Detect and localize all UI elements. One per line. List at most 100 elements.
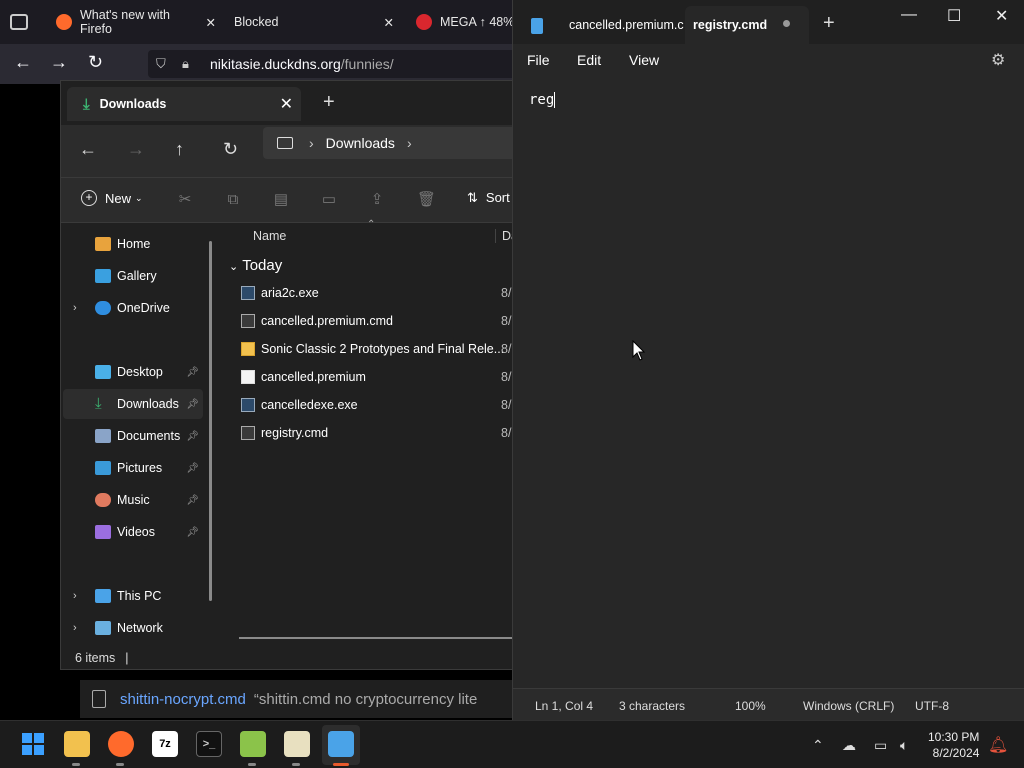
cut-icon[interactable]: ✂ bbox=[177, 192, 193, 208]
shield-icon[interactable]: ⛉ bbox=[156, 56, 166, 72]
start-button[interactable] bbox=[20, 731, 46, 757]
mouse-cursor-icon bbox=[632, 340, 646, 361]
forward-arrow-icon[interactable]: → bbox=[127, 139, 145, 160]
sidebar-item-videos[interactable]: Videos 📌︎ bbox=[63, 517, 203, 547]
tab-list-icon[interactable] bbox=[10, 14, 28, 30]
pin-icon: 📌︎ bbox=[186, 398, 199, 410]
rename-icon[interactable]: ▭ bbox=[321, 192, 337, 208]
up-arrow-icon[interactable]: ↑ bbox=[175, 139, 184, 160]
text-editor[interactable]: reg bbox=[529, 92, 556, 108]
maximize-icon[interactable]: ☐ bbox=[947, 6, 961, 26]
menu-file[interactable]: File bbox=[527, 52, 550, 68]
network-icon[interactable]: ▭ bbox=[874, 737, 887, 754]
file-date: 8/ bbox=[501, 370, 512, 384]
firefox-tab-mega[interactable]: MEGA ↑ 48% bbox=[416, 0, 520, 44]
gear-icon[interactable]: ⚙ bbox=[991, 50, 1005, 70]
close-icon[interactable]: ✕ bbox=[280, 94, 293, 114]
reload-icon[interactable]: ↻ bbox=[88, 52, 103, 73]
line-ending[interactable]: Windows (CRLF) bbox=[803, 699, 894, 713]
explorer-tab-downloads[interactable]: ⤓ Downloads ✕ bbox=[67, 87, 301, 121]
sidebar-item-network[interactable]: › Network bbox=[63, 613, 203, 643]
close-icon[interactable]: ✕ bbox=[206, 15, 216, 30]
sidebar-item-gallery[interactable]: Gallery bbox=[63, 261, 203, 291]
minimize-icon[interactable]: — bbox=[901, 6, 917, 24]
lock-icon[interactable]: 🔒︎ bbox=[182, 56, 189, 72]
new-tab-icon[interactable]: + bbox=[823, 12, 835, 35]
firefox-taskbar-icon[interactable] bbox=[108, 731, 134, 757]
sidebar-item-pictures[interactable]: Pictures 📌︎ bbox=[63, 453, 203, 483]
close-icon[interactable]: ✕ bbox=[384, 15, 394, 30]
sidebar-item-downloads[interactable]: ⤓ Downloads 📌︎ bbox=[63, 389, 203, 419]
firefox-tab-whats-new[interactable]: What's new with Firefo ✕ bbox=[56, 0, 216, 44]
navigation-scrollbar[interactable] bbox=[209, 241, 212, 601]
pin-icon: 📌︎ bbox=[186, 494, 199, 506]
file-date: 8/ bbox=[501, 342, 512, 356]
file-list: ⌃ Name Da ⌄Today aria2c.exe8/ cancelled.… bbox=[221, 219, 513, 649]
new-tab-icon[interactable]: + bbox=[323, 91, 335, 114]
desktop: What's new with Firefo ✕ Blocked ✕ MEGA … bbox=[0, 0, 1024, 768]
zoom-level[interactable]: 100% bbox=[735, 699, 766, 713]
notepad-tab-cancelled-premium[interactable]: cancelled.premium.c bbox=[569, 6, 687, 44]
notification-bell-icon[interactable]: 🔔︎ bbox=[988, 735, 1008, 755]
share-icon[interactable]: ⇪ bbox=[369, 192, 385, 208]
copy-icon[interactable]: ⧉ bbox=[225, 192, 241, 208]
sidebar-item-desktop[interactable]: Desktop 📌︎ bbox=[63, 357, 203, 387]
cloud-off-icon[interactable]: ☁ bbox=[842, 737, 856, 754]
back-arrow-icon[interactable]: ← bbox=[79, 139, 97, 160]
7zip-label: 7z bbox=[159, 738, 171, 750]
url-bar[interactable]: ⛉ 🔒︎ nikitasie.duckdns.org/funnies/ bbox=[148, 50, 520, 78]
unsaved-dot-icon[interactable] bbox=[783, 20, 790, 27]
notepad-plus-taskbar-icon[interactable] bbox=[240, 731, 266, 757]
volume-muted-icon[interactable]: 🔈︎ bbox=[900, 737, 908, 754]
tab-label: Blocked bbox=[234, 15, 279, 29]
group-header-today[interactable]: ⌄ Today bbox=[229, 257, 282, 274]
file-row[interactable]: cancelledexe.exe 8/ bbox=[241, 391, 513, 419]
delete-icon[interactable]: 🗑︎ bbox=[417, 192, 436, 208]
file-name: cancelled.premium.cmd bbox=[261, 314, 393, 328]
notepad-tab-registry[interactable]: registry.cmd bbox=[685, 6, 809, 44]
taskbar: 7z >_ ⌃ ☁ ▭ 🔈︎ 10:30 PM 8/2/2024 🔔︎ bbox=[0, 720, 1024, 768]
sidebar-item-home[interactable]: Home bbox=[63, 229, 203, 259]
sidebar-item-label: Desktop bbox=[117, 365, 163, 379]
forward-arrow-icon[interactable]: → bbox=[50, 52, 68, 73]
clock[interactable]: 10:30 PM 8/2/2024 bbox=[928, 729, 979, 761]
file-row[interactable]: cancelled.premium 8/ bbox=[241, 363, 513, 391]
chevron-right-icon[interactable]: › bbox=[407, 135, 412, 151]
breadcrumb-downloads[interactable]: Downloads bbox=[326, 135, 395, 151]
notepad-taskbar-icon[interactable] bbox=[328, 731, 354, 757]
firefox-tab-blocked[interactable]: Blocked ✕ bbox=[226, 0, 402, 44]
sidebar-item-this-pc[interactable]: › This PC bbox=[63, 581, 203, 611]
monitor-icon bbox=[277, 137, 293, 149]
chevron-right-icon[interactable]: › bbox=[73, 302, 77, 314]
menu-edit[interactable]: Edit bbox=[577, 52, 601, 68]
file-row[interactable]: Sonic Classic 2 Prototypes and Final Rel… bbox=[241, 335, 513, 363]
paste-icon[interactable]: ▤ bbox=[273, 192, 289, 208]
refresh-icon[interactable]: ↻ bbox=[223, 139, 238, 160]
back-arrow-icon[interactable]: ← bbox=[14, 52, 32, 73]
encoding[interactable]: UTF-8 bbox=[915, 699, 949, 713]
file-explorer-taskbar-icon[interactable] bbox=[64, 731, 90, 757]
new-button[interactable]: + New ⌄ bbox=[81, 190, 143, 206]
pin-icon: 📌︎ bbox=[186, 462, 199, 474]
close-icon[interactable]: ✕ bbox=[995, 6, 1008, 26]
file-date: 8/ bbox=[501, 398, 512, 412]
file-row[interactable]: aria2c.exe 8/ bbox=[241, 279, 513, 307]
sort-button[interactable]: ⇅ Sort bbox=[467, 190, 510, 206]
archive-taskbar-icon[interactable] bbox=[284, 731, 310, 757]
file-row[interactable]: cancelled.premium.cmd 8/ bbox=[241, 307, 513, 335]
chevron-right-icon[interactable]: › bbox=[73, 622, 77, 634]
sidebar-item-music[interactable]: Music 📌︎ bbox=[63, 485, 203, 515]
terminal-taskbar-icon[interactable]: >_ bbox=[196, 731, 222, 757]
file-date: 8/ bbox=[501, 286, 512, 300]
navigation-pane: Home Gallery › OneDrive Desktop 📌︎ ⤓ Downlo… bbox=[61, 223, 219, 649]
horizontal-scrollbar[interactable] bbox=[239, 637, 513, 639]
file-row[interactable]: registry.cmd 8/ bbox=[241, 419, 513, 447]
chevron-up-icon[interactable]: ⌃ bbox=[812, 737, 824, 754]
sidebar-item-documents[interactable]: Documents 📌︎ bbox=[63, 421, 203, 451]
column-header-name[interactable]: Name bbox=[253, 229, 286, 243]
address-bar[interactable]: › Downloads › bbox=[263, 127, 513, 159]
menu-view[interactable]: View bbox=[629, 52, 659, 68]
7zip-taskbar-icon[interactable]: 7z bbox=[152, 731, 178, 757]
chevron-right-icon[interactable]: › bbox=[73, 590, 77, 602]
sidebar-item-onedrive[interactable]: › OneDrive bbox=[63, 293, 203, 323]
